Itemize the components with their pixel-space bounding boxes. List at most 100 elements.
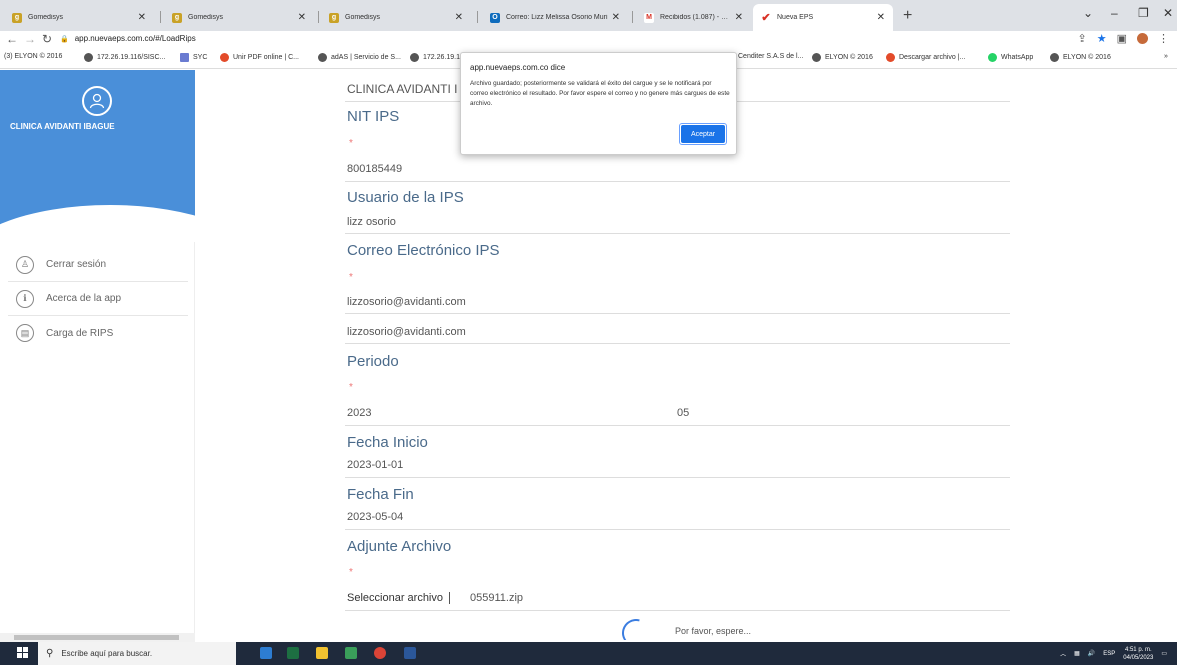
tab-title: Recibidos (1.087) - osoriomunoz [660,14,731,21]
tab-separator [477,11,478,23]
bookmark-label: 172.26.19.116/SISC... [97,54,166,61]
period-month-field[interactable]: 05 [677,407,689,419]
sidebar-item-load-rips[interactable]: ▤ Carga de RIPS [8,316,188,350]
sidepanel-icon[interactable]: ▣ [1117,32,1127,45]
close-icon[interactable]: ✕ [735,12,743,23]
horizontal-scrollbar[interactable] [0,633,195,642]
browser-tab[interactable]: M Recibidos (1.087) - osoriomunoz ✕ [636,4,751,31]
tab-separator [632,11,633,23]
scrollbar-thumb[interactable] [14,635,179,640]
share-icon[interactable]: ⇪ [1078,32,1087,45]
tab-title: Correo: Lizz Melissa Osorio Muri [506,14,608,21]
excel-icon[interactable] [287,647,299,659]
task-app-icon[interactable] [345,647,357,659]
more-bookmarks-icon[interactable]: » [1164,53,1168,60]
divider [345,181,1010,182]
tab-separator [160,11,161,23]
start-date-field[interactable]: 2023-01-01 [347,459,403,471]
menu-icon[interactable]: ⋮ [1158,32,1169,45]
email-confirm-field[interactable]: lizzosorio@avidanti.com [347,326,466,338]
globe-icon [410,53,419,62]
close-icon[interactable]: ✕ [455,12,463,23]
minimize-icon[interactable]: – [1111,6,1118,20]
info-icon: ℹ [16,289,34,308]
browser-tab-active[interactable]: ✔ Nueva EPS ✕ [753,4,893,31]
end-date-field[interactable]: 2023-05-04 [347,511,403,523]
sticky-notes-icon[interactable] [316,647,328,659]
page-content: CLINICA AVIDANTI IBAGUE ♙ Cerrar sesión … [0,70,1177,640]
close-icon[interactable]: ✕ [298,12,306,23]
nit-field[interactable]: 800185449 [347,163,402,175]
language-indicator[interactable]: ESP [1103,651,1115,657]
bookmark-item[interactable]: 172.26.19.116/SISC... [84,53,165,62]
back-icon[interactable]: ← [6,32,18,46]
restore-icon[interactable]: ❐ [1138,6,1149,20]
sidebar-item-about[interactable]: ℹ Acerca de la app [8,282,188,316]
sidebar-header: CLINICA AVIDANTI IBAGUE [0,70,195,242]
file-name: 055911.zip [470,592,524,604]
browser-tab[interactable]: O Correo: Lizz Melissa Osorio Muri ✕ [482,4,628,31]
bookmark-label: ELYON © 2016 [825,54,873,61]
word-icon[interactable] [404,647,416,659]
email-field[interactable]: lizzosorio@avidanti.com [347,296,466,308]
required-mark: * [349,382,353,393]
network-icon[interactable]: ▦ [1074,650,1080,657]
taskbar-search-input[interactable]: ⚲ Escribe aquí para buscar. [38,642,236,665]
windows-start-icon[interactable] [17,647,29,659]
bookmark-item[interactable]: WhatsApp [988,53,1033,62]
bookmark-item[interactable]: Cenditer S.A.S de l... [738,53,803,60]
choose-file-button[interactable]: Seleccionar archivo [347,592,450,604]
period-year-field[interactable]: 2023 [347,407,371,419]
divider [345,529,1010,530]
new-tab-icon[interactable]: + [903,7,912,25]
url-field[interactable]: 🔒 app.nuevaeps.com.co/#/LoadRips [60,34,196,43]
accept-button[interactable]: Aceptar [681,125,725,143]
reload-icon[interactable]: ↻ [42,32,52,46]
tab-title: Gomedisys [188,14,224,21]
browser-tab[interactable]: g Gomedisys ✕ [321,4,471,31]
chrome-icon[interactable] [374,647,386,659]
notification-icon[interactable]: ▭ [1161,650,1167,657]
window-close-icon[interactable]: ✕ [1163,6,1173,20]
bookmark-item[interactable]: SYC [180,53,207,62]
tab-search-icon[interactable]: ⌄ [1083,6,1093,20]
browser-tab[interactable]: g Gomedisys ✕ [4,4,154,31]
outlook-favicon-icon: O [490,12,500,23]
nit-label: NIT IPS [347,108,400,125]
forward-icon[interactable]: → [24,32,36,46]
globe-icon [318,53,327,62]
close-icon[interactable]: ✕ [612,12,620,23]
bookmark-item[interactable]: Unir PDF online | C... [220,53,299,62]
gomedisys-favicon-icon: g [12,12,22,23]
bookmark-item[interactable]: (3) ELYON © 2016 [4,53,62,60]
divider [345,343,1010,344]
user-avatar-icon [82,86,112,116]
volume-icon[interactable]: 🔊 [1088,650,1095,657]
email-label: Correo Electrónico IPS [347,242,500,259]
bookmark-item[interactable]: adAS | Servicio de S... [318,53,401,62]
download-icon [886,53,895,62]
divider [345,425,1010,426]
close-icon[interactable]: ✕ [138,12,146,23]
bookmark-star-icon[interactable]: ★ [1097,32,1107,45]
lock-icon: 🔒 [60,35,69,43]
close-icon[interactable]: ✕ [877,12,885,23]
bookmark-item[interactable]: ELYON © 2016 [1050,53,1111,62]
required-mark: * [349,272,353,283]
search-placeholder: Escribe aquí para buscar. [61,649,153,658]
divider [345,610,1010,611]
clinic-name: CLINICA AVIDANTI IBAGUE [10,122,115,131]
bookmark-item[interactable]: 172.26.19.11 [410,53,463,62]
profile-avatar[interactable] [1137,33,1148,44]
browser-tab[interactable]: g Gomedisys ✕ [164,4,314,31]
chevron-up-icon[interactable]: ︿ [1060,649,1066,658]
loading-text: Por favor, espere... [675,626,752,636]
bookmark-item[interactable]: Descargar archivo |... [886,53,965,62]
file-explorer-icon[interactable] [260,647,272,659]
sidebar-item-logout[interactable]: ♙ Cerrar sesión [8,248,188,282]
sidebar-item-label: Cerrar sesión [46,259,107,270]
user-field[interactable]: lizz osorio [347,216,396,228]
bookmark-item[interactable]: ELYON © 2016 [812,53,873,62]
whatsapp-icon [988,53,997,62]
clock[interactable]: 4:51 p. m. 04/05/2023 [1123,646,1153,662]
